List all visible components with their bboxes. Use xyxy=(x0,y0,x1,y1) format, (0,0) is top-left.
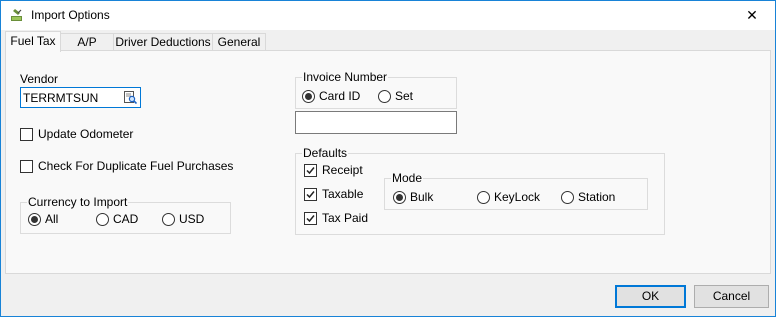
receipt-label: Receipt xyxy=(322,163,363,177)
vendor-value: TERRMTSUN xyxy=(23,91,99,105)
mode-keylock-radio[interactable] xyxy=(477,191,490,204)
mode-group: Mode Bulk KeyLock Station xyxy=(384,171,648,210)
tab-general[interactable]: General xyxy=(212,33,266,51)
tab-fuel-tax[interactable]: Fuel Tax xyxy=(5,31,61,52)
tab-ap[interactable]: A/P xyxy=(60,33,114,51)
currency-all-radio[interactable] xyxy=(28,213,41,226)
close-button[interactable]: ✕ xyxy=(729,1,775,30)
mode-station-label: Station xyxy=(578,190,616,204)
title-bar[interactable]: Import Options ✕ xyxy=(1,1,775,30)
invoice-set-radio[interactable] xyxy=(378,90,391,103)
update-odometer-checkbox[interactable] xyxy=(20,128,33,141)
radio-selected-dot xyxy=(31,216,38,223)
app-icon xyxy=(11,9,22,21)
invoice-set-label: Set xyxy=(395,89,414,103)
lookup-icon[interactable] xyxy=(124,91,137,104)
close-icon: ✕ xyxy=(746,7,758,23)
mode-label: Mode xyxy=(391,171,424,185)
taxable-checkbox[interactable] xyxy=(304,188,317,201)
taxable-label: Taxable xyxy=(322,187,364,201)
invoice-number-input[interactable] xyxy=(295,111,457,134)
checkmark-icon xyxy=(306,215,315,223)
invoice-number-label: Invoice Number xyxy=(302,70,389,84)
vendor-input[interactable]: TERRMTSUN xyxy=(20,87,141,108)
invoice-card-id-radio[interactable] xyxy=(302,90,315,103)
mode-station-radio[interactable] xyxy=(561,191,574,204)
update-odometer-label: Update Odometer xyxy=(38,127,134,141)
check-duplicate-label: Check For Duplicate Fuel Purchases xyxy=(38,159,234,173)
invoice-card-id-label: Card ID xyxy=(319,89,361,103)
window-title: Import Options xyxy=(31,8,110,22)
fuel-tax-panel: Vendor TERRMTSUN Update Odometer Check F… xyxy=(5,50,771,274)
ok-button[interactable]: OK xyxy=(615,285,686,308)
defaults-group: Defaults Receipt Taxable Tax Paid Mode B… xyxy=(295,146,665,235)
checkmark-icon xyxy=(306,167,315,175)
currency-cad-radio[interactable] xyxy=(96,213,109,226)
checkmark-icon xyxy=(306,191,315,199)
radio-selected-dot xyxy=(305,93,312,100)
cancel-button[interactable]: Cancel xyxy=(694,285,769,308)
receipt-checkbox[interactable] xyxy=(304,164,317,177)
mode-bulk-label: Bulk xyxy=(410,190,434,204)
currency-usd-label: USD xyxy=(179,212,205,226)
mode-keylock-label: KeyLock xyxy=(494,190,541,204)
tax-paid-checkbox[interactable] xyxy=(304,212,317,225)
vendor-label: Vendor xyxy=(20,72,59,86)
currency-usd-radio[interactable] xyxy=(162,213,175,226)
tab-driver-deductions[interactable]: Driver Deductions xyxy=(113,33,213,51)
mode-bulk-radio[interactable] xyxy=(393,191,406,204)
currency-cad-label: CAD xyxy=(113,212,139,226)
defaults-label: Defaults xyxy=(302,146,349,160)
check-duplicate-checkbox[interactable] xyxy=(20,160,33,173)
radio-selected-dot xyxy=(396,194,403,201)
tax-paid-label: Tax Paid xyxy=(322,211,369,225)
currency-group: Currency to Import All CAD USD xyxy=(20,195,231,234)
invoice-number-group: Invoice Number Card ID Set xyxy=(295,70,457,109)
currency-all-label: All xyxy=(45,212,59,226)
import-options-dialog: Import Options ✕ Fuel Tax A/P Driver Ded… xyxy=(0,0,776,317)
currency-group-label: Currency to Import xyxy=(27,195,129,209)
